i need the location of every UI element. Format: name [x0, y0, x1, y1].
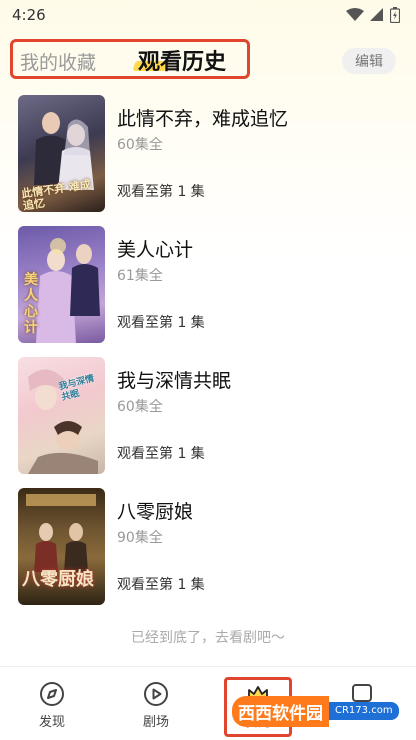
history-item[interactable]: 美人心计 美人心计 61集全 观看至第 1 集 — [0, 221, 416, 343]
play-icon — [144, 682, 168, 706]
drama-title[interactable]: 我与深情共眠 — [117, 366, 231, 393]
watch-progress: 观看至第 1 集 — [117, 315, 205, 331]
episode-count: 61集全 — [117, 268, 163, 284]
episode-count: 60集全 — [117, 137, 163, 153]
tab-favorites[interactable]: 我的收藏 — [20, 48, 96, 75]
poster-image: 此情不弃 难成追忆 — [18, 95, 105, 212]
history-item[interactable]: 此情不弃 难成追忆 此情不弃，难成追忆 60集全 观看至第 1 集 — [0, 90, 416, 212]
poster-image: 八零厨娘 — [18, 488, 105, 605]
watch-progress: 观看至第 1 集 — [117, 446, 205, 462]
end-of-list-note: 已经到底了，去看剧吧～ — [131, 630, 285, 646]
nav-theater[interactable]: 剧场 — [126, 681, 186, 730]
poster-image: 美人心计 — [18, 226, 105, 343]
battery-icon — [390, 7, 400, 23]
watch-progress: 观看至第 1 集 — [117, 184, 205, 200]
history-item[interactable]: 我与深情共眠 我与深情共眠 60集全 观看至第 1 集 — [0, 352, 416, 474]
watch-progress: 观看至第 1 集 — [117, 577, 205, 593]
status-time: 4:26 — [12, 6, 46, 24]
episode-count: 90集全 — [117, 530, 163, 546]
edit-button[interactable]: 编辑 — [342, 48, 396, 74]
poster-title: 美人心计 — [24, 272, 38, 336]
poster-title: 八零厨娘 — [22, 569, 94, 590]
tabs-header: 我的收藏 观看历史 编辑 — [0, 36, 416, 82]
nav-discover-label: 发现 — [38, 715, 65, 730]
status-bar: 4:26 — [0, 0, 416, 30]
signal-icon — [370, 8, 383, 21]
episode-count: 60集全 — [117, 399, 163, 415]
status-icons — [346, 7, 400, 23]
drama-title[interactable]: 美人心计 — [117, 235, 193, 262]
watermark-logo: 西西软件园 CR173.com — [232, 690, 400, 732]
poster-image: 我与深情共眠 — [18, 357, 105, 474]
compass-icon — [40, 682, 64, 706]
nav-discover[interactable]: 发现 — [22, 681, 82, 730]
watermark-brand: 西西软件园 — [232, 695, 329, 727]
drama-title[interactable]: 此情不弃，难成追忆 — [117, 104, 288, 131]
history-item[interactable]: 八零厨娘 八零厨娘 90集全 观看至第 1 集 — [0, 483, 416, 605]
tab-history[interactable]: 观看历史 — [138, 44, 226, 76]
drama-title[interactable]: 八零厨娘 — [117, 497, 193, 524]
wifi-icon — [346, 8, 364, 21]
nav-theater-label: 剧场 — [142, 715, 169, 730]
watermark-url: CR173.com — [329, 702, 399, 720]
